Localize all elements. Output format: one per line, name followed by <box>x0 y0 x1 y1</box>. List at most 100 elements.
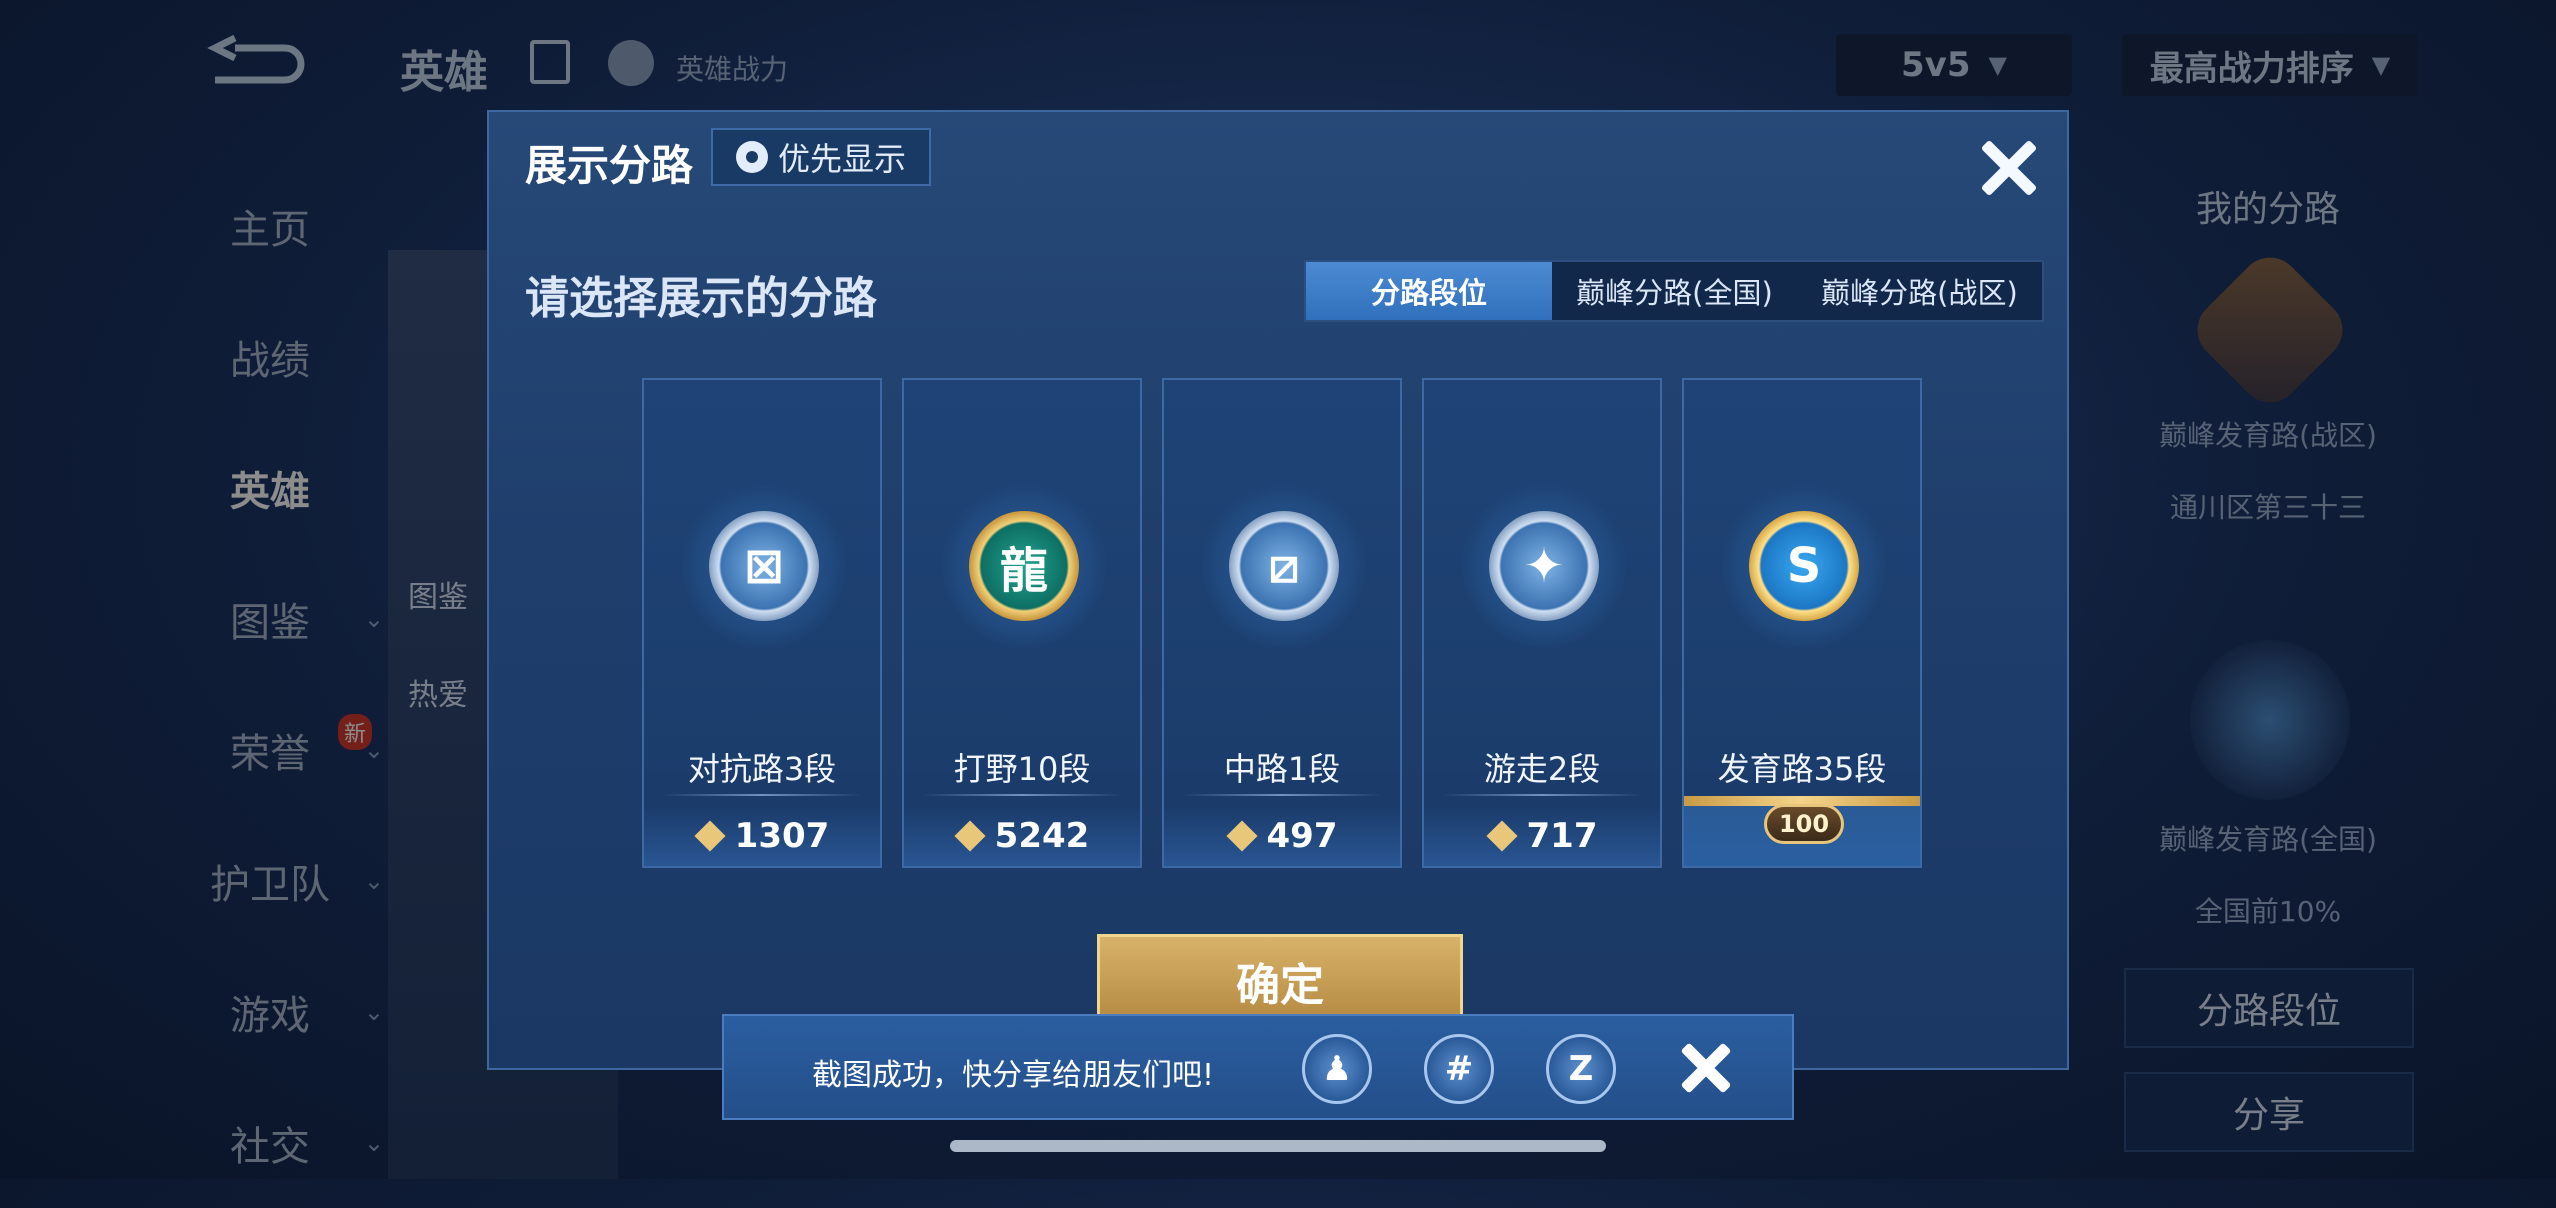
chevron-down-icon: ⌄ <box>363 866 384 895</box>
lane-score-value: 5242 <box>994 816 1090 856</box>
lane-score: 497 <box>1164 806 1400 866</box>
toast-message: 截图成功，快分享给朋友们吧! <box>812 1058 1215 1093</box>
power-score-icon <box>1487 821 1517 851</box>
sidebar-item-guard-team[interactable]: 护卫队 ⌄ <box>170 815 384 946</box>
sidebar-item-label: 图鉴 <box>230 599 310 646</box>
sidebar-item-label: 护卫队 <box>210 861 330 908</box>
show-lanes-dialog: 展示分路 优先显示 请选择展示的分路 分路段位 巅峰分路(全国) 巅峰分路(战区… <box>487 110 2069 1070</box>
jungle-dragon-emblem-icon: 龍 <box>969 511 1079 621</box>
emblem-glyph: ⧄ <box>1268 537 1300 594</box>
close-icon[interactable] <box>1971 130 2047 206</box>
chevron-down-icon: ⌄ <box>363 1128 384 1157</box>
list-icon[interactable] <box>530 40 570 84</box>
hero-card-label: 图鉴 <box>408 580 468 615</box>
lane-label: 游走2段 <box>1483 750 1601 788</box>
right-panel-lane1-region: 通川区第三十三 <box>2169 491 2366 524</box>
chevron-down-icon: ▼ <box>2371 51 2391 79</box>
lane-divider <box>922 794 1122 796</box>
share-icon-glyph: Z <box>1568 1049 1594 1089</box>
lane-card-roam[interactable]: ✦ 游走2段 717 <box>1422 378 1662 868</box>
sidebar-item-label: 游戏 <box>230 992 310 1039</box>
lane-card-farm[interactable]: S 发育路35段 100 <box>1682 378 1922 868</box>
peak-rank-badge: 100 <box>1684 796 1920 866</box>
lane-tabs: 分路段位 巅峰分路(全国) 巅峰分路(战区) <box>1304 260 2044 322</box>
priority-display-label: 优先显示 <box>777 140 906 178</box>
peak-farm-lane-national-emblem-icon <box>2190 640 2350 800</box>
sidebar-item-games[interactable]: 游戏 ⌄ <box>170 946 384 1077</box>
lane-divider <box>1442 794 1642 796</box>
qzone-share-icon[interactable]: Z <box>1546 1034 1616 1104</box>
lane-score-value: 497 <box>1266 816 1338 856</box>
mode-select[interactable]: 5v5 ▼ <box>1836 34 2072 96</box>
share-icon-glyph: ♟ <box>1321 1049 1353 1089</box>
lane-card-jungle[interactable]: 龍 打野10段 5242 <box>902 378 1142 868</box>
right-panel-lane1: 巅峰发育路(战区) <box>2159 419 2377 452</box>
sidebar-item-social[interactable]: 社交 ⌄ <box>170 1077 384 1208</box>
sidebar-item-heroes[interactable]: 英雄 <box>170 422 370 553</box>
lane-label: 打野10段 <box>953 750 1091 788</box>
hero-power-label[interactable]: 英雄战力 <box>676 48 788 88</box>
sort-select[interactable]: 最高战力排序 ▼ <box>2122 34 2418 96</box>
dialog-title: 展示分路 <box>525 141 694 190</box>
lane-label: 对抗路3段 <box>687 750 837 788</box>
emblem-glyph: 龍 <box>999 543 1048 599</box>
sidebar-item-honor[interactable]: 荣誉 ⌄ 新 <box>170 684 384 815</box>
emblem-glyph: ✦ <box>1523 538 1565 594</box>
sidebar-item-home[interactable]: 主页 <box>170 160 370 291</box>
power-score-icon <box>1227 821 1257 851</box>
right-panel-lane2: 巅峰发育路(全国) <box>2159 823 2377 856</box>
my-lanes-title: 我的分路 <box>2195 189 2340 230</box>
clash-lane-emblem-icon: ⊠ <box>709 511 819 621</box>
tab-peak-national[interactable]: 巅峰分路(全国) <box>1552 262 1797 320</box>
tab-peak-region[interactable]: 巅峰分路(战区) <box>1797 262 2042 320</box>
farm-lane-emblem-icon: S <box>1749 511 1859 621</box>
chevron-down-icon: ⌄ <box>363 604 384 633</box>
chevron-down-icon: ⌄ <box>363 997 384 1026</box>
close-icon[interactable] <box>1674 1036 1738 1100</box>
priority-display-button[interactable]: 优先显示 <box>711 128 931 186</box>
new-badge: 新 <box>338 714 373 750</box>
sidebar-item-label: 英雄 <box>230 468 310 515</box>
gear-icon <box>735 141 768 173</box>
sidebar-item-label: 主页 <box>230 206 310 253</box>
emblem-glyph: S <box>1786 538 1822 594</box>
hero-card-label: 热爱 <box>408 678 468 713</box>
lane-score: 717 <box>1424 806 1660 866</box>
lane-divider <box>662 794 862 796</box>
tab-lane-rank[interactable]: 分路段位 <box>1306 262 1552 320</box>
sidebar-item-label: 社交 <box>230 1123 310 1170</box>
page-title: 英雄 <box>400 47 488 98</box>
sidebar: 主页 战绩 英雄 图鉴 ⌄ 荣誉 ⌄ 新 护卫队 ⌄ 游戏 ⌄ 社交 ⌄ <box>170 160 384 1208</box>
lane-score-value: 1307 <box>734 816 830 856</box>
lane-card-clash[interactable]: ⊠ 对抗路3段 1307 <box>642 378 882 868</box>
sidebar-item-gallery[interactable]: 图鉴 ⌄ <box>170 553 384 684</box>
wechat-moments-share-icon[interactable]: # <box>1424 1034 1494 1104</box>
home-indicator[interactable] <box>950 1140 1606 1152</box>
lane-card-list: ⊠ 对抗路3段 1307 龍 打野10段 5242 ⧄ 中路1段 497 ✦ 游… <box>642 378 1922 868</box>
power-score-icon <box>695 821 725 851</box>
lane-divider <box>1182 794 1382 796</box>
sidebar-item-label: 荣誉 <box>230 730 310 777</box>
share-icon-glyph: # <box>1444 1049 1474 1089</box>
lane-label: 中路1段 <box>1223 750 1341 788</box>
back-icon[interactable] <box>195 30 305 92</box>
peak-rank-number: 100 <box>1764 804 1844 844</box>
mode-select-value: 5v5 <box>1901 45 1971 85</box>
right-panel-lane2-rank: 全国前10% <box>2194 895 2342 928</box>
roam-wings-emblem-icon: ✦ <box>1489 511 1599 621</box>
qq-share-icon[interactable]: ♟ <box>1302 1034 1372 1104</box>
chevron-down-icon: ▼ <box>1988 51 2007 79</box>
power-score-icon <box>955 821 985 851</box>
lane-score: 1307 <box>644 806 880 866</box>
lane-card-mid[interactable]: ⧄ 中路1段 497 <box>1162 378 1402 868</box>
lane-rank-button[interactable]: 分路段位 <box>2124 968 2414 1048</box>
sidebar-item-record[interactable]: 战绩 <box>170 291 370 422</box>
lane-score: 5242 <box>904 806 1140 866</box>
sort-select-value: 最高战力排序 <box>2149 48 2354 89</box>
share-button[interactable]: 分享 <box>2124 1072 2414 1152</box>
peak-farm-lane-emblem-icon <box>2185 245 2355 415</box>
dialog-prompt: 请选择展示的分路 <box>525 273 877 324</box>
sidebar-item-label: 战绩 <box>230 337 310 384</box>
hero-power-icon <box>608 40 654 86</box>
lane-score-value: 717 <box>1526 816 1598 856</box>
